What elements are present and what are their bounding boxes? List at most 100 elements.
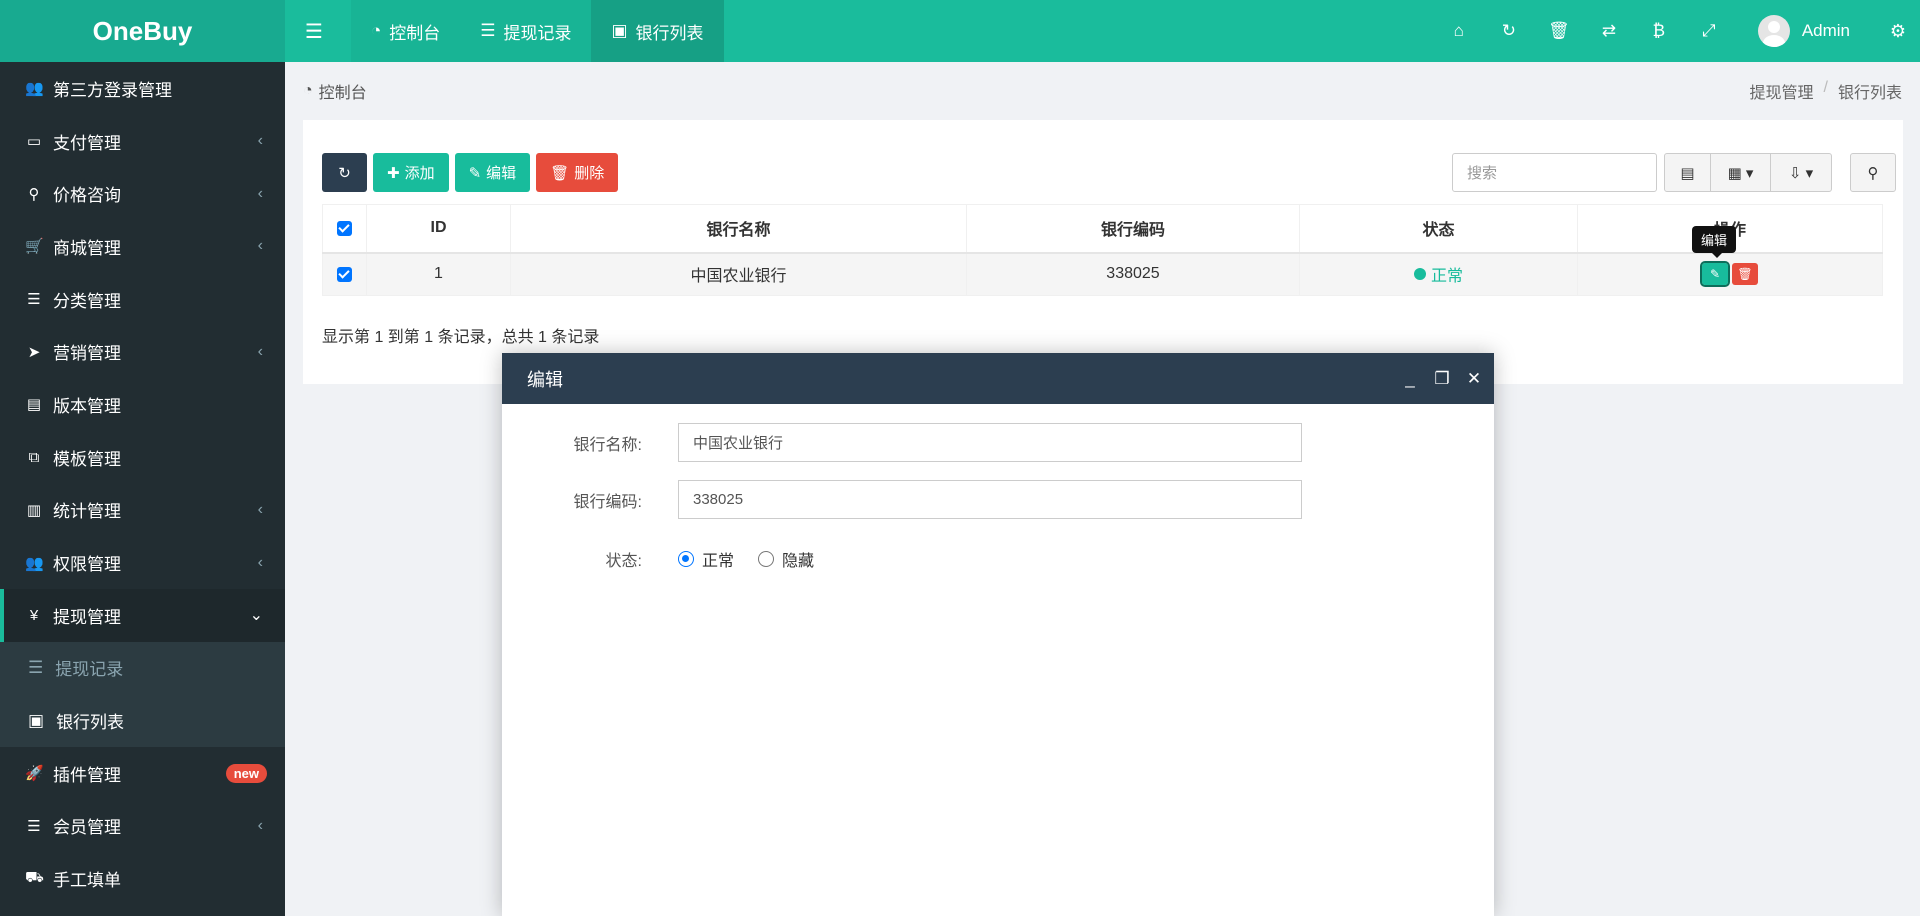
sidebar-item-label: 模板管理 — [53, 449, 121, 469]
refresh-button[interactable]: ↻ — [322, 153, 367, 192]
status-label: 正常 — [1430, 268, 1463, 286]
fullscreen-icon[interactable]: ⤢ — [1684, 21, 1734, 41]
sidebar-toggle-button[interactable]: ☰ — [285, 0, 351, 62]
table-row[interactable]: 1 中国农业银行 338025 正常 ✎ 🗑 — [322, 252, 1883, 296]
sidebar-item-manual-order[interactable]: ⛟ 手工填单 — [0, 852, 285, 905]
cell-code: 338025 — [966, 252, 1300, 296]
sidebar-item-members[interactable]: ☰ 会员管理 ‹ — [0, 800, 285, 853]
sidebar-item-statistics[interactable]: ▥ 统计管理 ‹ — [0, 484, 285, 537]
select-all-checkbox[interactable] — [337, 220, 352, 236]
sidebar-item-label: 插件管理 — [53, 765, 121, 785]
delete-button-label: 删除 — [574, 165, 605, 182]
search-icon: ⚲ — [1867, 164, 1879, 182]
column-header-status[interactable]: 状态 — [1299, 204, 1578, 254]
row-select-cell[interactable] — [322, 252, 367, 296]
dashboard-icon: ◔ — [303, 82, 313, 99]
status-radio-normal[interactable] — [678, 551, 694, 567]
breadcrumb-separator: / — [1823, 79, 1828, 96]
tab-bank-list[interactable]: ▣ 银行列表 — [591, 0, 724, 62]
bank-name-value: 中国农业银行 — [693, 435, 784, 452]
sidebar-item-label: 支付管理 — [53, 133, 121, 153]
app-logo[interactable]: OneBuy — [0, 0, 285, 62]
sidebar-item-label: 营销管理 — [53, 344, 121, 364]
status-radio-hidden[interactable] — [758, 551, 775, 567]
refresh-icon[interactable]: ↻ — [1484, 21, 1534, 41]
sidebar-item-label: 提现管理 — [53, 607, 121, 627]
sidebar-item-marketing[interactable]: ➤ 营销管理 ‹ — [0, 325, 285, 378]
search-placeholder: 搜索 — [1467, 165, 1498, 182]
sidebar-item-withdraw[interactable]: ¥ 提现管理 ⌄ — [0, 588, 285, 642]
edit-button[interactable]: ✎ 编辑 — [454, 153, 531, 192]
search-input[interactable]: 搜索 — [1452, 153, 1657, 192]
home-icon[interactable]: ⌂ — [1434, 21, 1484, 41]
status-option-normal-label[interactable]: 正常 — [702, 547, 734, 571]
export-button[interactable]: ⇩ ▾ — [1771, 154, 1831, 191]
column-header-code[interactable]: 银行编码 — [966, 204, 1300, 254]
column-header-name[interactable]: 银行名称 — [510, 204, 967, 254]
minimize-icon[interactable]: _ — [1402, 369, 1418, 389]
sidebar-item-payment[interactable]: ▭ 支付管理 ‹ — [0, 115, 285, 168]
name-label: 银行名称: — [573, 436, 642, 454]
status-badge[interactable]: 正常 — [1413, 262, 1463, 286]
credit-card-icon: ▭ — [26, 133, 42, 151]
settings-gears-icon[interactable]: ⚙ — [1876, 21, 1920, 42]
bank-list-panel: ↻ ✚ 添加 ✎ 编辑 🗑 删除 搜索 ▤ ▦ ▾ ⇩ ▾ ⚲ ID 银行名称 银行编… — [303, 120, 1903, 384]
sidebar-item-mall[interactable]: 🛒 商城管理 ‹ — [0, 220, 285, 273]
file-icon: ▤ — [26, 396, 42, 414]
row-edit-button[interactable]: ✎ — [1700, 261, 1730, 288]
row-delete-button[interactable]: 🗑 — [1732, 263, 1758, 286]
sidebar-item-plugins[interactable]: 🚀 插件管理 new — [0, 747, 285, 800]
status-option-hidden-label[interactable]: 隐藏 — [782, 547, 814, 571]
sidebar-item-third-party-login[interactable]: 👥 第三方登录管理 — [0, 62, 285, 115]
chevron-left-icon: ‹ — [257, 132, 263, 150]
column-header-id[interactable]: ID — [366, 204, 511, 254]
cell-actions: ✎ 🗑 — [1577, 252, 1883, 296]
search-button[interactable]: ⚲ — [1850, 153, 1896, 192]
sidebar-subitem-label: 银行列表 — [56, 713, 125, 733]
columns-button[interactable]: ▦ ▾ — [1711, 154, 1771, 191]
breadcrumb-bar: ◔ 控制台 提现管理 / 银行列表 — [285, 62, 1920, 120]
sidebar-item-price-inquiry[interactable]: ⚲ 价格咨询 ‹ — [0, 167, 285, 220]
breadcrumb-home[interactable]: ◔ 控制台 — [303, 79, 367, 103]
close-icon[interactable]: ✕ — [1466, 369, 1482, 389]
withdraw-submenu: ☰ 提现记录 ▣ 银行列表 — [0, 641, 285, 747]
bank-code-field[interactable]: 338025 — [678, 480, 1302, 519]
bank-table: ID 银行名称 银行编码 状态 操作 1 中国农业银行 338025 正常 ✎ … — [322, 204, 1883, 296]
add-button[interactable]: ✚ 添加 — [373, 153, 449, 192]
sidebar-item-version[interactable]: ▤ 版本管理 — [0, 378, 285, 431]
sidebar-item-permission[interactable]: 👥 权限管理 ‹ — [0, 536, 285, 589]
delete-button[interactable]: 🗑 删除 — [536, 153, 619, 192]
sidebar-item-label: 会员管理 — [53, 818, 121, 838]
breadcrumb-item[interactable]: 提现管理 — [1750, 79, 1814, 103]
new-badge: new — [225, 763, 267, 783]
select-all-cell[interactable] — [322, 204, 367, 254]
edit-tooltip: 编辑 — [1692, 226, 1737, 258]
users-icon: 👥 — [25, 80, 44, 98]
maximize-icon[interactable]: ❐ — [1434, 369, 1450, 389]
modal-header[interactable]: 编辑 _ ❐ ✕ — [502, 353, 1494, 404]
clone-icon: ⧉ — [28, 448, 40, 466]
trash-icon[interactable]: 🗑 — [1534, 21, 1584, 41]
row-checkbox[interactable] — [337, 266, 352, 282]
form-row-status: 状态: 正常 隐藏 — [502, 547, 814, 571]
translate-icon[interactable]: ⇄ — [1584, 21, 1634, 41]
sidebar-subitem-withdraw-records[interactable]: ☰ 提现记录 — [0, 642, 285, 695]
user-name: Admin — [1801, 21, 1850, 40]
table-toolbar: ↻ ✚ 添加 ✎ 编辑 🗑 删除 — [322, 153, 619, 192]
dashboard-icon: ◔ — [370, 21, 382, 40]
trash-icon: 🗑 — [1737, 267, 1753, 282]
list-icon: ☰ — [27, 291, 41, 309]
list-icon: ☰ — [480, 21, 496, 40]
sidebar-item-category[interactable]: ☰ 分类管理 — [0, 273, 285, 326]
sidebar-subitem-bank-list[interactable]: ▣ 银行列表 — [0, 694, 285, 747]
tab-dashboard[interactable]: ◔ 控制台 — [350, 0, 461, 62]
bank-code-value: 338025 — [693, 491, 744, 508]
sidebar-item-template[interactable]: ⧉ 模板管理 — [0, 431, 285, 484]
tab-withdraw-records[interactable]: ☰ 提现记录 — [460, 0, 592, 62]
bitcoin-icon[interactable]: ₿ — [1634, 21, 1684, 41]
menu-icon: ☰ — [305, 20, 323, 43]
user-menu[interactable]: Admin — [1734, 15, 1876, 47]
tab-label: 控制台 — [389, 23, 441, 43]
bank-name-field[interactable]: 中国农业银行 — [678, 423, 1302, 462]
toggle-view-button[interactable]: ▤ — [1665, 154, 1711, 191]
